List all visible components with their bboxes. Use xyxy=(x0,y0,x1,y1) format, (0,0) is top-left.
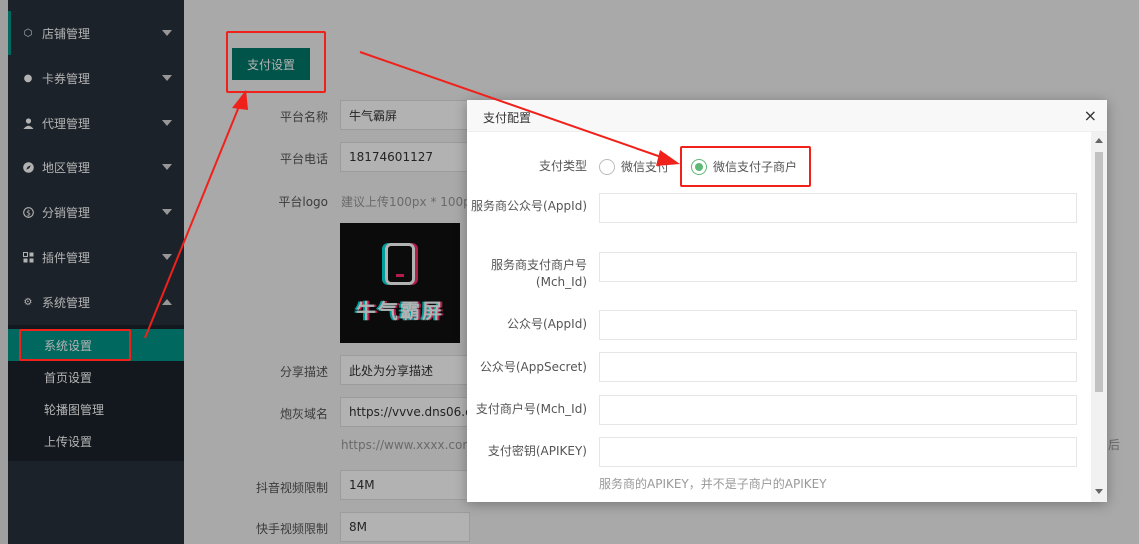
radio-wechat-pay[interactable]: 微信支付 xyxy=(599,158,669,175)
scroll-down-icon[interactable] xyxy=(1095,489,1103,494)
mchid-label: 支付商户号(Mch_Id) xyxy=(475,402,587,416)
radio-circle xyxy=(691,158,707,175)
scroll-thumb[interactable] xyxy=(1095,152,1103,392)
pay-type-label: 支付类型 xyxy=(538,159,587,173)
field-label-text: 服务商支付商户号(Mch_Id) xyxy=(490,258,587,289)
sp-mchid-label: 服务商支付商户号(Mch_Id) xyxy=(467,257,587,291)
sp-appid-label: 服务商公众号(AppId) xyxy=(467,198,587,215)
sp-appid-input[interactable] xyxy=(599,193,1077,223)
appsecret-input[interactable] xyxy=(599,352,1077,382)
apikey-input[interactable] xyxy=(599,437,1077,467)
dialog-scrollbar[interactable] xyxy=(1091,132,1107,502)
dialog-header: 支付配置 × xyxy=(467,100,1107,132)
radio-circle xyxy=(599,158,615,175)
apikey-label: 支付密钥(APIKEY) xyxy=(487,444,587,458)
radio-wechat-sub-merchant[interactable]: 微信支付子商户 xyxy=(691,158,797,175)
appid-input[interactable] xyxy=(599,310,1077,340)
scroll-up-icon[interactable] xyxy=(1095,138,1103,143)
appsecret-label: 公众号(AppSecret) xyxy=(479,360,587,374)
radio-label: 微信支付 xyxy=(621,160,670,174)
dialog-title: 支付配置 xyxy=(483,111,532,125)
sp-mchid-input[interactable] xyxy=(599,252,1077,282)
mchid-input[interactable] xyxy=(599,395,1077,425)
field-label-text: 服务商公众号(AppId) xyxy=(471,199,587,213)
close-icon[interactable]: × xyxy=(1084,106,1097,125)
payment-config-dialog: 支付配置 × 支付类型 微信支付 微信支付子商户 服务商公众号(AppId) 服… xyxy=(467,100,1107,502)
appid-label: 公众号(AppId) xyxy=(507,317,587,331)
apikey-hint: 服务商的APIKEY，并不是子商户的APIKEY xyxy=(599,477,827,491)
radio-label: 微信支付子商户 xyxy=(713,160,798,174)
